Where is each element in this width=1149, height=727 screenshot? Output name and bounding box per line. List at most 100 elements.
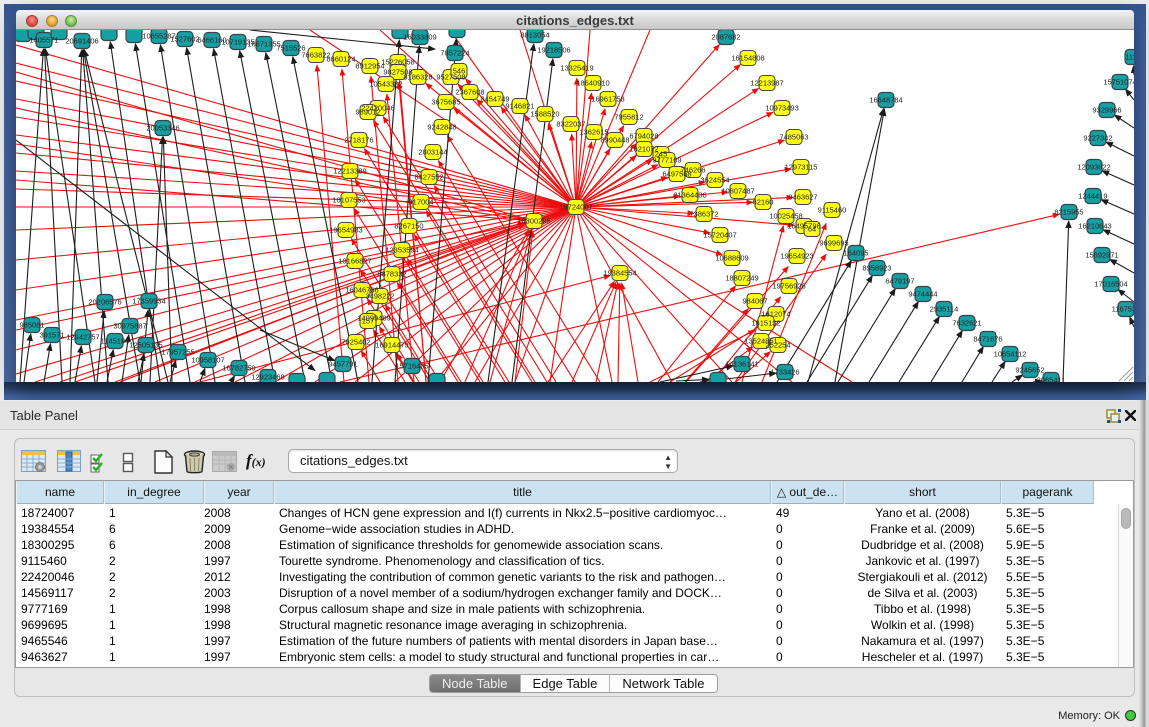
svg-text:17016504: 17016504: [1094, 280, 1127, 289]
svg-text:16914479: 16914479: [375, 341, 408, 350]
svg-text:20206576: 20206576: [88, 298, 121, 307]
svg-text:157: 157: [362, 317, 375, 326]
svg-text:12923468: 12923468: [251, 373, 284, 382]
svg-text:2718176: 2718176: [344, 136, 373, 145]
svg-text:9227342: 9227342: [1083, 134, 1112, 143]
svg-text:30975887: 30975887: [113, 322, 146, 331]
svg-text:1615132: 1615132: [751, 319, 780, 328]
svg-text:1145194: 1145194: [101, 337, 130, 346]
svg-text:9457791: 9457791: [328, 360, 357, 369]
svg-text:15720407: 15720407: [703, 231, 736, 240]
svg-text:20691406: 20691406: [65, 37, 98, 46]
svg-text:12213389: 12213389: [333, 167, 366, 176]
svg-text:64: 64: [808, 225, 816, 234]
svg-text:6794028: 6794028: [629, 132, 658, 141]
svg-text:9777169: 9777169: [652, 156, 681, 165]
svg-text:10807487: 10807487: [721, 187, 754, 196]
svg-text:6479197: 6479197: [885, 277, 914, 286]
svg-text:19166827: 19166827: [338, 257, 371, 266]
svg-text:3675685: 3675685: [431, 98, 460, 107]
svg-text:546: 546: [453, 67, 466, 76]
svg-text:10973493: 10973493: [765, 104, 798, 113]
svg-text:9699695: 9699695: [819, 239, 848, 248]
svg-text:252254: 252254: [765, 341, 790, 350]
svg-text:9474444: 9474444: [908, 290, 937, 299]
svg-text:1612074: 1612074: [761, 310, 790, 319]
svg-text:12505135: 12505135: [129, 341, 162, 350]
svg-text:2803144: 2803144: [418, 148, 447, 157]
svg-text:3498222: 3498222: [365, 292, 394, 301]
svg-text:2087682: 2087682: [711, 33, 740, 42]
svg-text:917004: 917004: [408, 198, 433, 207]
svg-text:12973115: 12973115: [785, 163, 818, 172]
svg-text:8912954: 8912954: [355, 62, 384, 71]
svg-text:1527602: 1527602: [170, 35, 199, 44]
svg-text:8813054: 8813054: [520, 31, 549, 40]
svg-text:17957255: 17957255: [161, 348, 194, 357]
svg-text:9242848: 9242848: [427, 123, 456, 132]
svg-text:8958923: 8958923: [862, 264, 891, 273]
svg-text:8186328: 8186328: [403, 73, 432, 82]
svg-text:164095: 164095: [843, 249, 868, 258]
svg-text:2935114: 2935114: [930, 305, 959, 314]
svg-text:16961758: 16961758: [591, 95, 624, 104]
svg-text:14136141: 14136141: [725, 360, 758, 369]
svg-text:1588520: 1588520: [530, 110, 559, 119]
svg-text:10654112: 10654112: [994, 350, 1027, 359]
svg-text:10543382: 10543382: [369, 80, 402, 89]
svg-text:16648784: 16648784: [869, 96, 902, 105]
svg-text:13325419: 13325419: [560, 64, 593, 73]
svg-text:7386372: 7386372: [689, 210, 718, 219]
svg-text:19654923: 19654923: [780, 252, 813, 261]
svg-text:15716485: 15716485: [395, 362, 428, 371]
svg-text:19384554: 19384554: [603, 269, 636, 278]
svg-text:12093822: 12093822: [1077, 163, 1110, 172]
svg-text:1405571: 1405571: [29, 36, 58, 45]
svg-text:16782759: 16782759: [222, 364, 255, 373]
svg-text:746266: 746266: [680, 166, 705, 175]
svg-text:1244419: 1244419: [1078, 192, 1107, 201]
svg-text:8878332: 8878332: [377, 270, 406, 279]
svg-text:7485063: 7485063: [779, 133, 808, 142]
svg-text:9463627: 9463627: [788, 193, 817, 202]
svg-text:10688609: 10688609: [715, 254, 748, 263]
svg-text:10958107: 10958107: [191, 356, 224, 365]
svg-text:17359934: 17359934: [132, 297, 165, 306]
svg-text:18300295: 18300295: [517, 217, 550, 226]
svg-text:9329966: 9329966: [1092, 106, 1121, 115]
svg-text:62160: 62160: [753, 198, 774, 207]
svg-text:19756928: 19756928: [772, 282, 805, 291]
svg-text:12213987: 12213987: [750, 79, 783, 88]
svg-text:989012: 989012: [355, 108, 380, 117]
svg-text:2065411: 2065411: [1037, 376, 1066, 383]
svg-text:9245652: 9245652: [1015, 366, 1044, 375]
svg-text:16154808: 16154808: [731, 54, 764, 63]
svg-text:12353594: 12353594: [385, 246, 418, 255]
svg-text:16210643: 16210643: [1078, 222, 1111, 231]
svg-text:8267150: 8267150: [394, 222, 423, 231]
svg-text:7955812: 7955812: [614, 113, 643, 122]
svg-text:19218506: 19218506: [537, 46, 570, 55]
svg-text:20053346: 20053346: [146, 124, 179, 133]
svg-text:10107553: 10107553: [332, 196, 365, 205]
svg-text:391571: 391571: [39, 331, 64, 340]
svg-text:8427552: 8427552: [414, 173, 443, 182]
svg-text:21364436: 21364436: [673, 191, 706, 200]
svg-text:8215955: 8215955: [1054, 208, 1083, 217]
svg-text:10025458: 10025458: [769, 212, 802, 221]
svg-text:7625402: 7625402: [341, 338, 370, 347]
svg-text:8660124: 8660124: [326, 55, 355, 64]
svg-text:15692971: 15692971: [1085, 251, 1118, 260]
svg-text:12942757: 12942757: [66, 333, 99, 342]
svg-text:18807249: 18807249: [725, 274, 758, 283]
svg-text:1167531: 1167531: [1112, 305, 1134, 314]
svg-text:984067: 984067: [742, 297, 767, 306]
svg-text:8471676: 8471676: [973, 335, 1002, 344]
svg-text:15751074: 15751074: [1103, 78, 1134, 87]
svg-text:18640910: 18640910: [576, 79, 609, 88]
svg-text:8990448: 8990448: [600, 136, 629, 145]
svg-text:7632621: 7632621: [952, 319, 981, 328]
svg-text:9115460: 9115460: [818, 206, 847, 215]
svg-text:1733426: 1733426: [770, 368, 799, 377]
svg-text:7857224: 7857224: [440, 49, 469, 58]
